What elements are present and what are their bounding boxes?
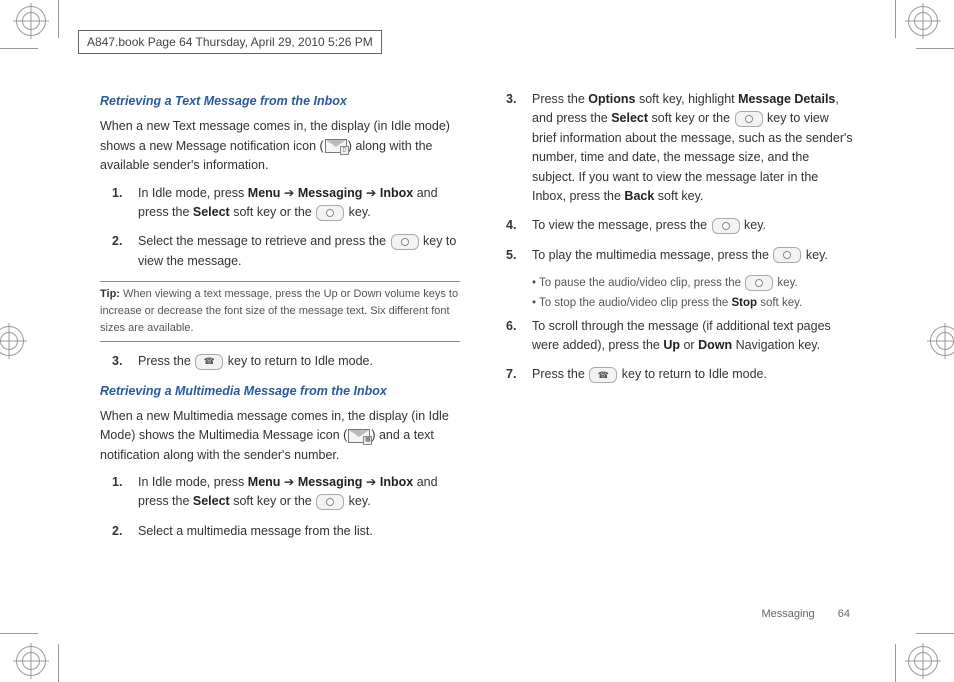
page-footer: Messaging 64 [761, 608, 850, 620]
mms-envelope-icon: ▦ [348, 429, 370, 443]
paragraph: When a new Multimedia message comes in, … [100, 407, 460, 465]
list-number: 3. [100, 352, 138, 371]
crop-mark [895, 0, 896, 38]
list-number: 2. [100, 232, 138, 271]
ordered-list: 1. In Idle mode, press Menu ➔ Messaging … [100, 473, 460, 541]
list-item: 2. Select a multimedia message from the … [100, 522, 460, 541]
registration-mark-icon [908, 646, 938, 676]
ok-key-icon [735, 111, 763, 127]
crop-mark [916, 633, 954, 634]
list-item: 4. To view the message, press the key. [494, 216, 854, 235]
ok-key-icon [773, 247, 801, 263]
page-body: Retrieving a Text Message from the Inbox… [100, 86, 854, 592]
list-number: 1. [100, 473, 138, 512]
ok-key-icon [316, 494, 344, 510]
list-number: 4. [494, 216, 532, 235]
registration-mark-icon [16, 646, 46, 676]
list-item: 1. In Idle mode, press Menu ➔ Messaging … [100, 473, 460, 512]
bullet-item: To pause the audio/video clip, press the… [532, 275, 854, 293]
ordered-list: 3. Press the ☎ key to return to Idle mod… [100, 352, 460, 371]
crop-mark [58, 0, 59, 38]
list-number: 5. [494, 246, 532, 265]
section-heading: Retrieving a Multimedia Message from the… [100, 382, 460, 401]
list-text: Press the ☎ key to return to Idle mode. [138, 352, 460, 371]
list-text: To scroll through the message (if additi… [532, 317, 854, 356]
list-number: 7. [494, 365, 532, 384]
bullet-list: To pause the audio/video clip, press the… [532, 275, 854, 313]
list-number: 1. [100, 184, 138, 223]
list-number: 3. [494, 90, 532, 206]
ordered-list: 6. To scroll through the message (if add… [494, 317, 854, 385]
list-item: 7. Press the ☎ key to return to Idle mod… [494, 365, 854, 384]
ok-key-icon [745, 275, 773, 291]
crop-mark [895, 644, 896, 682]
tip-label: Tip: [100, 288, 120, 300]
list-text: Select a multimedia message from the lis… [138, 522, 460, 541]
left-column: Retrieving a Text Message from the Inbox… [100, 86, 460, 592]
list-text: In Idle mode, press Menu ➔ Messaging ➔ I… [138, 473, 460, 512]
end-key-icon: ☎ [195, 354, 223, 370]
page-number: 64 [838, 608, 850, 620]
list-item: 3. Press the ☎ key to return to Idle mod… [100, 352, 460, 371]
list-number: 2. [100, 522, 138, 541]
registration-mark-icon [16, 6, 46, 36]
list-item: 3. Press the Options soft key, highlight… [494, 90, 854, 206]
list-item: 2. Select the message to retrieve and pr… [100, 232, 460, 271]
crop-mark [0, 633, 38, 634]
right-column: 3. Press the Options soft key, highlight… [494, 86, 854, 592]
ok-key-icon [712, 218, 740, 234]
crop-mark [58, 644, 59, 682]
registration-mark-icon [930, 326, 954, 356]
list-text: Press the ☎ key to return to Idle mode. [532, 365, 854, 384]
message-envelope-icon: ▯ [325, 139, 347, 153]
list-item: 5. To play the multimedia message, press… [494, 246, 854, 265]
ordered-list: 1. In Idle mode, press Menu ➔ Messaging … [100, 184, 460, 272]
crop-mark [916, 48, 954, 49]
registration-mark-icon [908, 6, 938, 36]
crop-mark [0, 48, 38, 49]
list-number: 6. [494, 317, 532, 356]
bullet-item: To stop the audio/video clip press the S… [532, 295, 854, 313]
page-header: A847.book Page 64 Thursday, April 29, 20… [78, 30, 382, 54]
tip-callout: Tip: When viewing a text message, press … [100, 281, 460, 342]
list-text: Select the message to retrieve and press… [138, 232, 460, 271]
list-text: To view the message, press the key. [532, 216, 854, 235]
registration-mark-icon [0, 326, 24, 356]
list-item: 6. To scroll through the message (if add… [494, 317, 854, 356]
ok-key-icon [316, 205, 344, 221]
ordered-list: 3. Press the Options soft key, highlight… [494, 90, 854, 265]
footer-section: Messaging [761, 608, 814, 620]
ok-key-icon [391, 234, 419, 250]
list-text: In Idle mode, press Menu ➔ Messaging ➔ I… [138, 184, 460, 223]
list-item: 1. In Idle mode, press Menu ➔ Messaging … [100, 184, 460, 223]
list-text: Press the Options soft key, highlight Me… [532, 90, 854, 206]
end-key-icon: ☎ [589, 367, 617, 383]
section-heading: Retrieving a Text Message from the Inbox [100, 92, 460, 111]
paragraph: When a new Text message comes in, the di… [100, 117, 460, 175]
list-text: To play the multimedia message, press th… [532, 246, 854, 265]
tip-text: When viewing a text message, press the U… [100, 288, 458, 334]
